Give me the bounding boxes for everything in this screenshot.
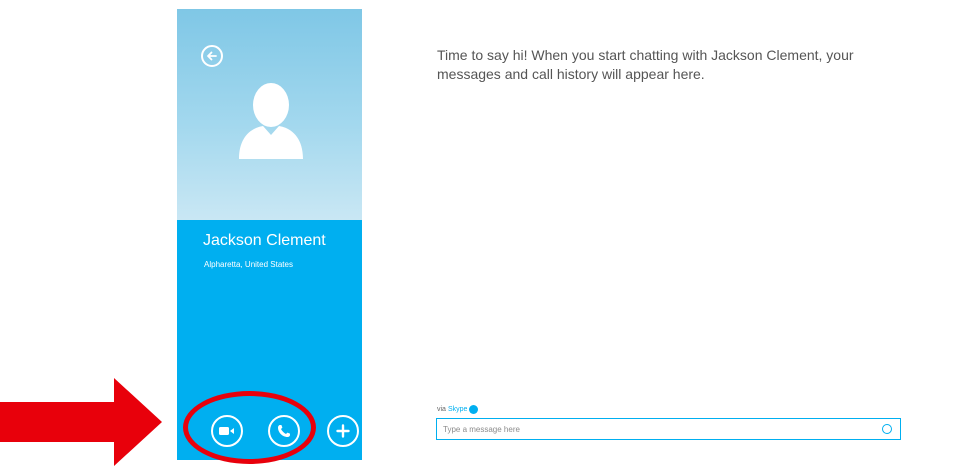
red-arrow-icon xyxy=(0,378,162,466)
default-avatar-icon xyxy=(239,83,303,159)
via-service-link[interactable]: Skype xyxy=(448,406,467,413)
via-prefix: via xyxy=(437,406,446,413)
conversation-empty-message: Time to say hi! When you start chatting … xyxy=(437,47,854,82)
message-composer xyxy=(436,418,901,440)
contact-hero xyxy=(177,9,362,220)
smiley-icon[interactable] xyxy=(882,424,892,434)
contact-name: Jackson Clement xyxy=(203,232,326,249)
back-arrow-icon xyxy=(207,51,217,61)
message-input[interactable] xyxy=(443,419,863,439)
call-buttons-highlight xyxy=(183,391,316,464)
plus-icon xyxy=(336,424,350,438)
via-service: via Skype xyxy=(437,405,479,414)
service-switch-icon[interactable] xyxy=(469,405,479,414)
contact-location: Alpharetta, United States xyxy=(204,260,293,269)
back-button[interactable] xyxy=(201,45,223,67)
add-button[interactable] xyxy=(327,415,359,447)
